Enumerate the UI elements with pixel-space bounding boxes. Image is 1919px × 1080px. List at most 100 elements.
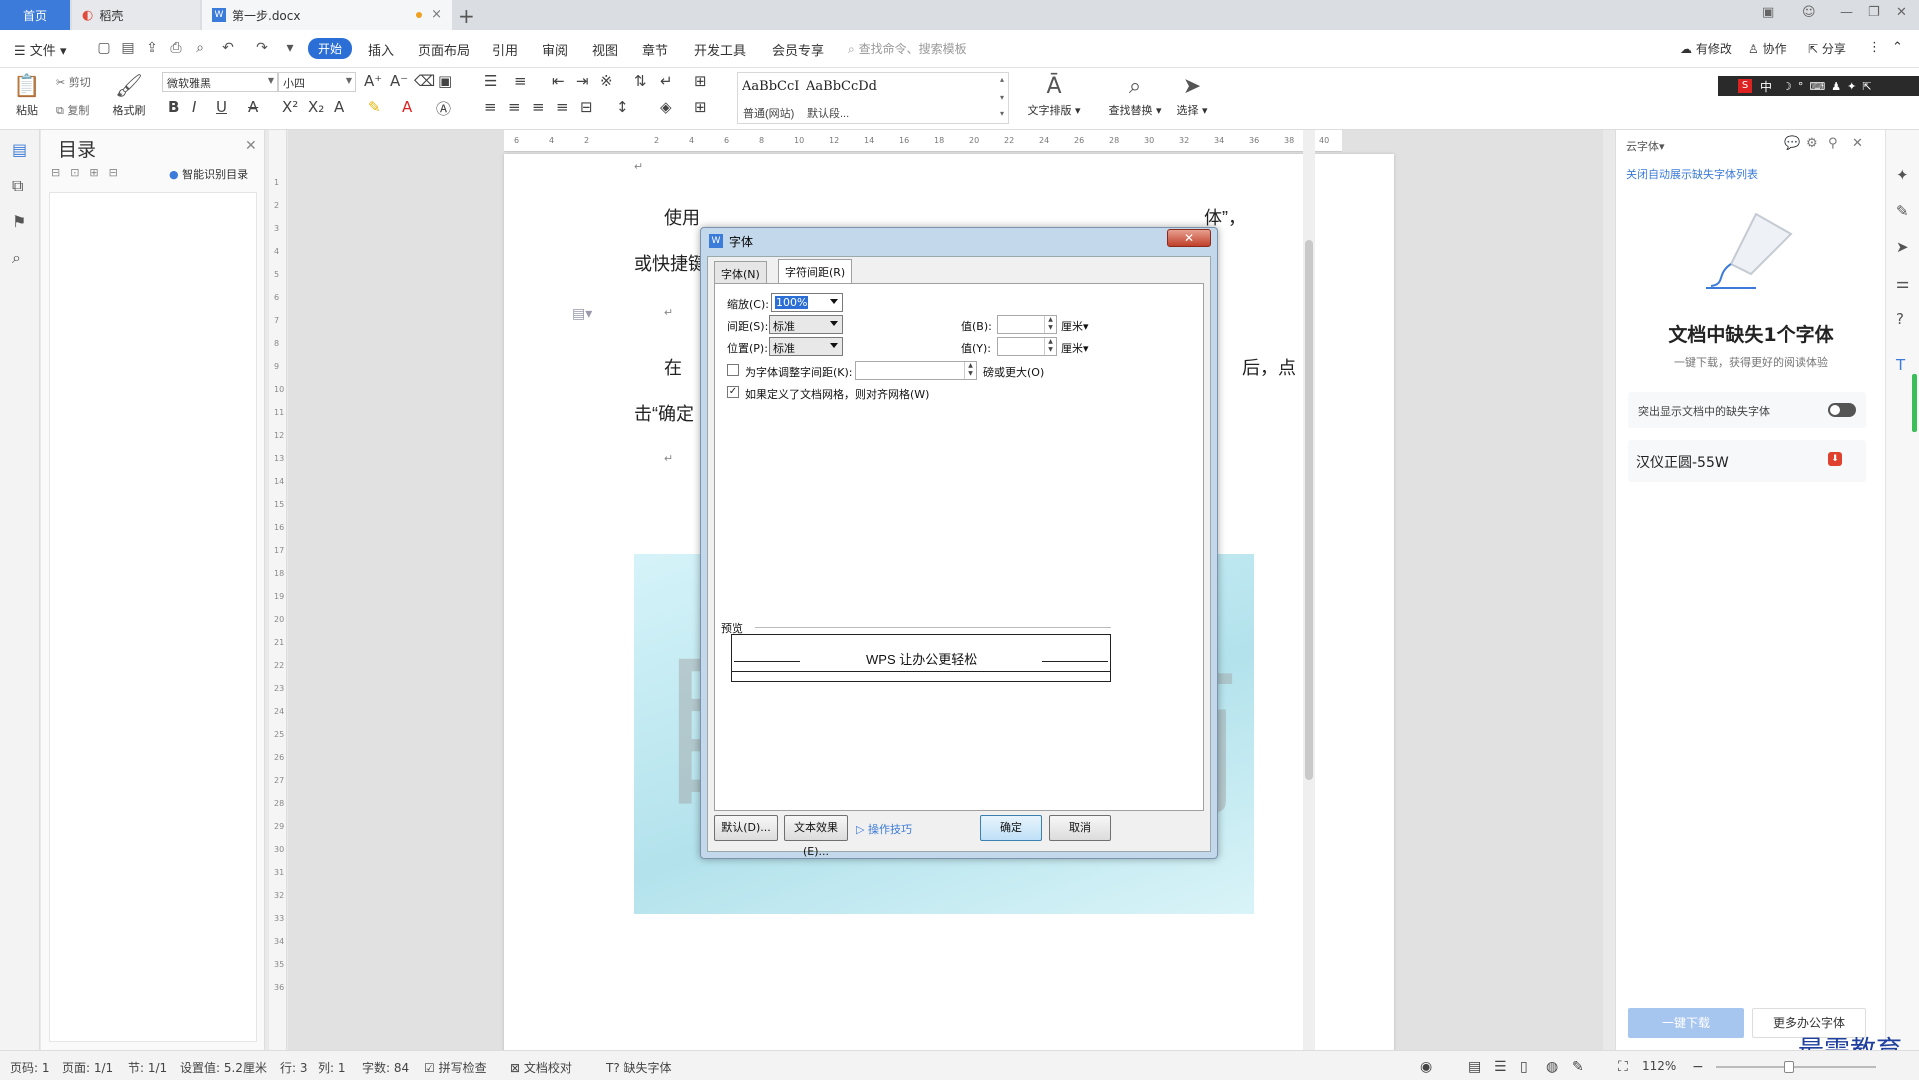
menu-layout[interactable]: 页面布局 (418, 40, 470, 59)
print-preview-icon[interactable]: ⌕ (192, 40, 208, 56)
status-section[interactable]: 节: 1/1 (128, 1059, 167, 1076)
char-shading-icon[interactable]: Ⓐ (436, 98, 451, 119)
kerning-input[interactable]: ▲ ▼ (855, 361, 977, 380)
add-tab-button[interactable]: + (458, 4, 475, 28)
unit-dropdown[interactable]: 厘米▾ (1061, 318, 1089, 334)
clear-format-icon[interactable]: ⌫ (414, 72, 435, 90)
chat-icon[interactable]: 💬 (1784, 136, 1800, 151)
cut-button[interactable]: ✂ 剪切 (56, 74, 91, 90)
select-cursor-icon[interactable]: ➤ (1896, 238, 1909, 256)
kerning-checkbox[interactable] (727, 364, 739, 376)
pin-icon[interactable]: ⚲ (1828, 136, 1838, 151)
expand-styles-icon[interactable]: ▾ (1000, 109, 1004, 118)
save-icon[interactable]: ▤ (120, 40, 136, 56)
show-marks-icon[interactable]: ↵ (660, 72, 673, 90)
copy-button[interactable]: ⧉ 复制 (56, 102, 89, 118)
distribute-icon[interactable]: ⊟ (580, 98, 593, 116)
zoom-slider-handle[interactable] (1784, 1061, 1794, 1073)
position-select[interactable]: 标准 (769, 337, 843, 356)
settings-icon[interactable]: ⚙ (1806, 136, 1818, 151)
text-effect-icon[interactable]: A (334, 98, 344, 116)
spin-arrows-icon[interactable]: ▲ ▼ (1044, 338, 1056, 355)
font-name-select[interactable]: 微软雅黑 ▼ (162, 72, 278, 92)
collapse-ribbon-icon[interactable]: ⌃ (1892, 40, 1903, 55)
tab-font[interactable]: 字体(N) (714, 261, 767, 283)
edit-icon[interactable]: ✎ (1896, 202, 1909, 220)
zoom-level[interactable]: 112% (1642, 1059, 1676, 1073)
bookmark-icon[interactable]: ⚑ (12, 212, 26, 231)
grow-font-icon[interactable]: A⁺ (364, 72, 382, 90)
download-font-icon[interactable]: ⬇ (1828, 452, 1842, 466)
collab-button[interactable]: ♙ 协作 (1748, 40, 1787, 57)
menu-member[interactable]: 会员专享 (772, 40, 824, 59)
dialog-close-button[interactable]: ✕ (1167, 229, 1211, 247)
highlight-missing-toggle[interactable] (1828, 403, 1856, 417)
strikethrough-icon[interactable]: A (248, 98, 258, 116)
borders-icon[interactable]: ⊞ (694, 98, 707, 116)
status-pages[interactable]: 页面: 1/1 (62, 1059, 113, 1076)
line-spacing-icon[interactable]: ↕ (616, 98, 629, 116)
menu-reference[interactable]: 引用 (492, 40, 518, 59)
web-view-icon[interactable]: ◍ (1546, 1059, 1558, 1075)
font-size-select[interactable]: 小四 ▼ (278, 72, 356, 92)
italic-icon[interactable]: I (192, 98, 196, 116)
missing-font-item[interactable]: 汉仪正圆-55W ⬇ (1628, 440, 1866, 482)
menu-dev[interactable]: 开发工具 (694, 40, 746, 59)
align-center-icon[interactable]: ≡ (508, 98, 521, 116)
select-button[interactable]: ➤ 选择 ▾ (1170, 72, 1214, 118)
cloud-font-header[interactable]: 云字体▾ (1626, 138, 1665, 154)
smart-toc-button[interactable]: ● 智能识别目录 (169, 166, 248, 182)
find-replace-button[interactable]: ⌕ 查找替换 ▾ (1104, 72, 1166, 118)
ok-button[interactable]: 确定 (980, 815, 1042, 841)
menu-insert[interactable]: 插入 (368, 40, 394, 59)
justify-icon[interactable]: ≡ (556, 98, 569, 116)
text-effects-button[interactable]: 文本效果(E)... (784, 815, 848, 858)
write-view-icon[interactable]: ✎ (1572, 1059, 1584, 1075)
format-painter-button[interactable]: 🖌 格式刷 (108, 72, 150, 118)
avatar[interactable]: ☺ (1802, 5, 1816, 20)
scroll-up-icon[interactable]: ▴ (1000, 75, 1004, 84)
numbering-icon[interactable]: ≡ (514, 72, 527, 90)
help-icon[interactable]: ? (1896, 310, 1904, 328)
tab-char-spacing[interactable]: 字符间距(R) (778, 259, 853, 284)
more-quick-icon[interactable]: ▾ (282, 40, 298, 56)
shading-icon[interactable]: ◈ (660, 98, 672, 116)
new-doc-icon[interactable]: ▢ (96, 40, 112, 56)
style-default-para[interactable]: AaBbCcDd 默认段... (802, 73, 902, 123)
status-words[interactable]: 字数: 84 (362, 1059, 409, 1076)
fit-page-icon[interactable]: ⛶ (1618, 1059, 1628, 1075)
undo-icon[interactable]: ↶ (220, 40, 236, 56)
share-button[interactable]: ⇱ 分享 (1808, 40, 1846, 57)
highlight-icon[interactable]: ✎ (368, 98, 381, 116)
menu-chapter[interactable]: 章节 (642, 40, 668, 59)
command-search[interactable]: ⌕ 查找命令、搜索模板 (848, 40, 967, 57)
subscript-icon[interactable]: X₂ (308, 98, 324, 116)
scroll-down-icon[interactable]: ▾ (1000, 93, 1004, 102)
more-icon[interactable]: ⋮ (1868, 40, 1881, 55)
vertical-scrollbar[interactable] (1303, 130, 1315, 1050)
align-right-icon[interactable]: ≡ (532, 98, 545, 116)
shrink-font-icon[interactable]: A⁻ (390, 72, 408, 90)
scrollbar-thumb[interactable] (1305, 240, 1313, 780)
zoom-out-icon[interactable]: − (1692, 1059, 1704, 1075)
toc-icon[interactable]: ▤ (12, 140, 27, 159)
menu-view[interactable]: 视图 (592, 40, 618, 59)
bullets-icon[interactable]: ☰ (484, 72, 497, 90)
print-icon[interactable]: ⎙ (168, 40, 184, 56)
close-icon[interactable]: ✕ (1852, 136, 1863, 151)
close-tab-icon[interactable]: × (431, 7, 442, 22)
indent-icon[interactable]: ⇥ (576, 72, 589, 90)
cancel-button[interactable]: 取消 (1049, 815, 1111, 841)
tab-docer[interactable]: ◐ 稻壳 (72, 0, 200, 30)
tab-home[interactable]: 首页 (0, 0, 70, 30)
value-b-input[interactable]: ▲ ▼ (997, 315, 1057, 334)
toc-tools-icon[interactable]: ⊟⊡⊞⊟ (51, 166, 128, 179)
export-icon[interactable]: ⇪ (144, 40, 160, 56)
scale-select[interactable]: 100% (771, 293, 843, 312)
modified-button[interactable]: ☁ 有修改 (1680, 40, 1732, 57)
status-page[interactable]: 页码: 1 (10, 1059, 50, 1076)
read-view-icon[interactable]: ▯ (1520, 1059, 1528, 1075)
bold-icon[interactable]: B (168, 98, 179, 116)
page-view-icon[interactable]: ▤ (1468, 1059, 1481, 1075)
close-window-icon[interactable]: ✕ (1896, 5, 1907, 20)
